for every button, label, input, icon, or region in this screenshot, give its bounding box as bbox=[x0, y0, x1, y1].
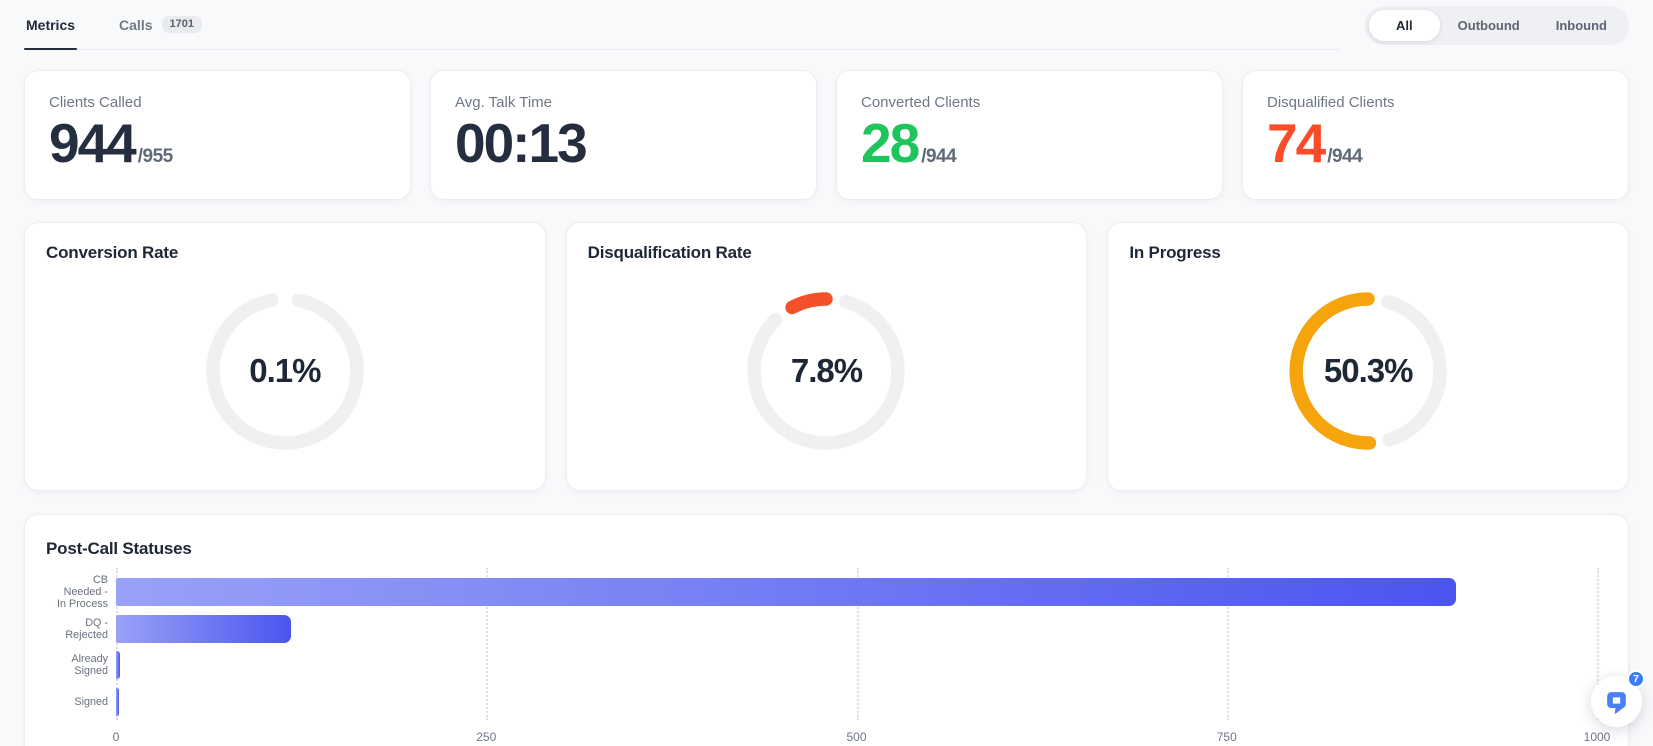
stat-card-converted-clients: Converted Clients 28 /944 bbox=[836, 70, 1223, 200]
x-tick-label: 0 bbox=[112, 730, 120, 744]
top-bar: Metrics Calls 1701 All Outbound Inbound bbox=[0, 0, 1653, 50]
gauge-title: Conversion Rate bbox=[46, 243, 179, 262]
tabs: Metrics Calls 1701 bbox=[24, 0, 1340, 50]
bar-row: DQ - Rejected bbox=[46, 611, 1607, 648]
gauge-card-in-progress: In Progress 50.3% bbox=[1107, 222, 1629, 491]
chat-unread-badge: 7 bbox=[1627, 670, 1645, 688]
bar[interactable] bbox=[116, 578, 1457, 607]
bar[interactable] bbox=[116, 614, 291, 643]
gauge-value: 50.3% bbox=[1323, 352, 1414, 389]
filter-option-all[interactable]: All bbox=[1369, 9, 1440, 41]
donut-gauge: 7.8% bbox=[746, 291, 906, 451]
stat-value-row: 28 /944 bbox=[861, 112, 1198, 174]
stat-label: Disqualified Clients bbox=[1267, 94, 1395, 111]
x-tick-label: 1000 bbox=[1583, 730, 1611, 744]
bar-track bbox=[116, 614, 1597, 643]
bar-chart: CB Needed - In Process DQ - Rejected Already S… bbox=[46, 568, 1611, 746]
donut-gauge: 50.3% bbox=[1288, 291, 1448, 451]
stat-denominator: /944 bbox=[1327, 146, 1363, 167]
bar-row: Already Signed bbox=[46, 647, 1607, 684]
tab-metrics[interactable]: Metrics bbox=[24, 0, 78, 50]
stat-label: Avg. Talk Time bbox=[455, 94, 552, 111]
chart-title: Post-Call Statuses bbox=[46, 539, 192, 558]
post-call-statuses-card: Post-Call Statuses CB Needed - In Process D… bbox=[24, 514, 1629, 746]
stats-row: Clients Called 944 /955 Avg. Talk Time 0… bbox=[24, 70, 1629, 200]
filter-option-inbound[interactable]: Inbound bbox=[1538, 10, 1625, 41]
stat-label: Converted Clients bbox=[861, 94, 981, 111]
calls-count-badge: 1701 bbox=[161, 16, 202, 33]
tab-calls[interactable]: Calls 1701 bbox=[117, 0, 204, 49]
gauge-title: In Progress bbox=[1129, 243, 1221, 262]
bar-row: CB Needed - In Process bbox=[46, 574, 1607, 611]
bar-row: Signed bbox=[46, 684, 1607, 721]
direction-filter: All Outbound Inbound bbox=[1365, 5, 1629, 45]
y-axis-label: Already Signed bbox=[71, 653, 108, 678]
stat-label: Clients Called bbox=[49, 94, 142, 111]
gauges-row: Conversion Rate 0.1% Disqualification Ra… bbox=[24, 222, 1629, 491]
x-tick-label: 500 bbox=[846, 730, 867, 744]
bar-chart-rows: CB Needed - In Process DQ - Rejected Already S… bbox=[46, 568, 1607, 721]
y-axis-label: CB Needed - In Process bbox=[56, 574, 108, 611]
x-tick-label: 250 bbox=[476, 730, 497, 744]
bar-track bbox=[116, 578, 1597, 607]
filter-option-outbound[interactable]: Outbound bbox=[1440, 10, 1538, 41]
donut-gauge: 0.1% bbox=[205, 291, 365, 451]
gauge-value: 0.1% bbox=[249, 352, 321, 389]
stat-card-clients-called: Clients Called 944 /955 bbox=[24, 70, 411, 200]
stat-value-row: 00:13 bbox=[455, 112, 792, 174]
tab-calls-label: Calls bbox=[119, 16, 153, 33]
gauge-card-disqualification-rate: Disqualification Rate 7.8% bbox=[565, 222, 1088, 491]
y-axis-label: DQ - Rejected bbox=[65, 616, 108, 641]
x-tick-label: 750 bbox=[1216, 730, 1237, 744]
bar[interactable] bbox=[116, 687, 119, 716]
stat-value-row: 944 /955 bbox=[49, 112, 386, 174]
stat-value-row: 74 /944 bbox=[1267, 112, 1604, 174]
chat-bubble-icon bbox=[1607, 692, 1626, 714]
bar-track bbox=[116, 687, 1597, 716]
bar[interactable] bbox=[116, 651, 121, 680]
stat-value: 28 bbox=[861, 112, 920, 174]
y-axis-label: Signed bbox=[74, 695, 108, 708]
stat-denominator: /955 bbox=[137, 146, 173, 167]
stat-value: 00:13 bbox=[455, 112, 588, 174]
stat-card-disqualified-clients: Disqualified Clients 74 /944 bbox=[1242, 70, 1629, 200]
gauge-card-conversion-rate: Conversion Rate 0.1% bbox=[24, 222, 546, 491]
tab-metrics-label: Metrics bbox=[26, 16, 76, 33]
gauge-value: 7.8% bbox=[790, 352, 863, 389]
stat-value: 74 bbox=[1267, 112, 1326, 174]
chat-launcher-button[interactable]: 7 bbox=[1591, 670, 1645, 727]
x-axis: 0 250 500 750 1000 bbox=[112, 730, 1611, 746]
bar-track bbox=[116, 651, 1597, 680]
stat-value: 944 bbox=[49, 112, 137, 174]
gauge-title: Disqualification Rate bbox=[587, 243, 752, 262]
stat-denominator: /944 bbox=[921, 146, 957, 167]
stat-card-avg-talk-time: Avg. Talk Time 00:13 bbox=[430, 70, 817, 200]
